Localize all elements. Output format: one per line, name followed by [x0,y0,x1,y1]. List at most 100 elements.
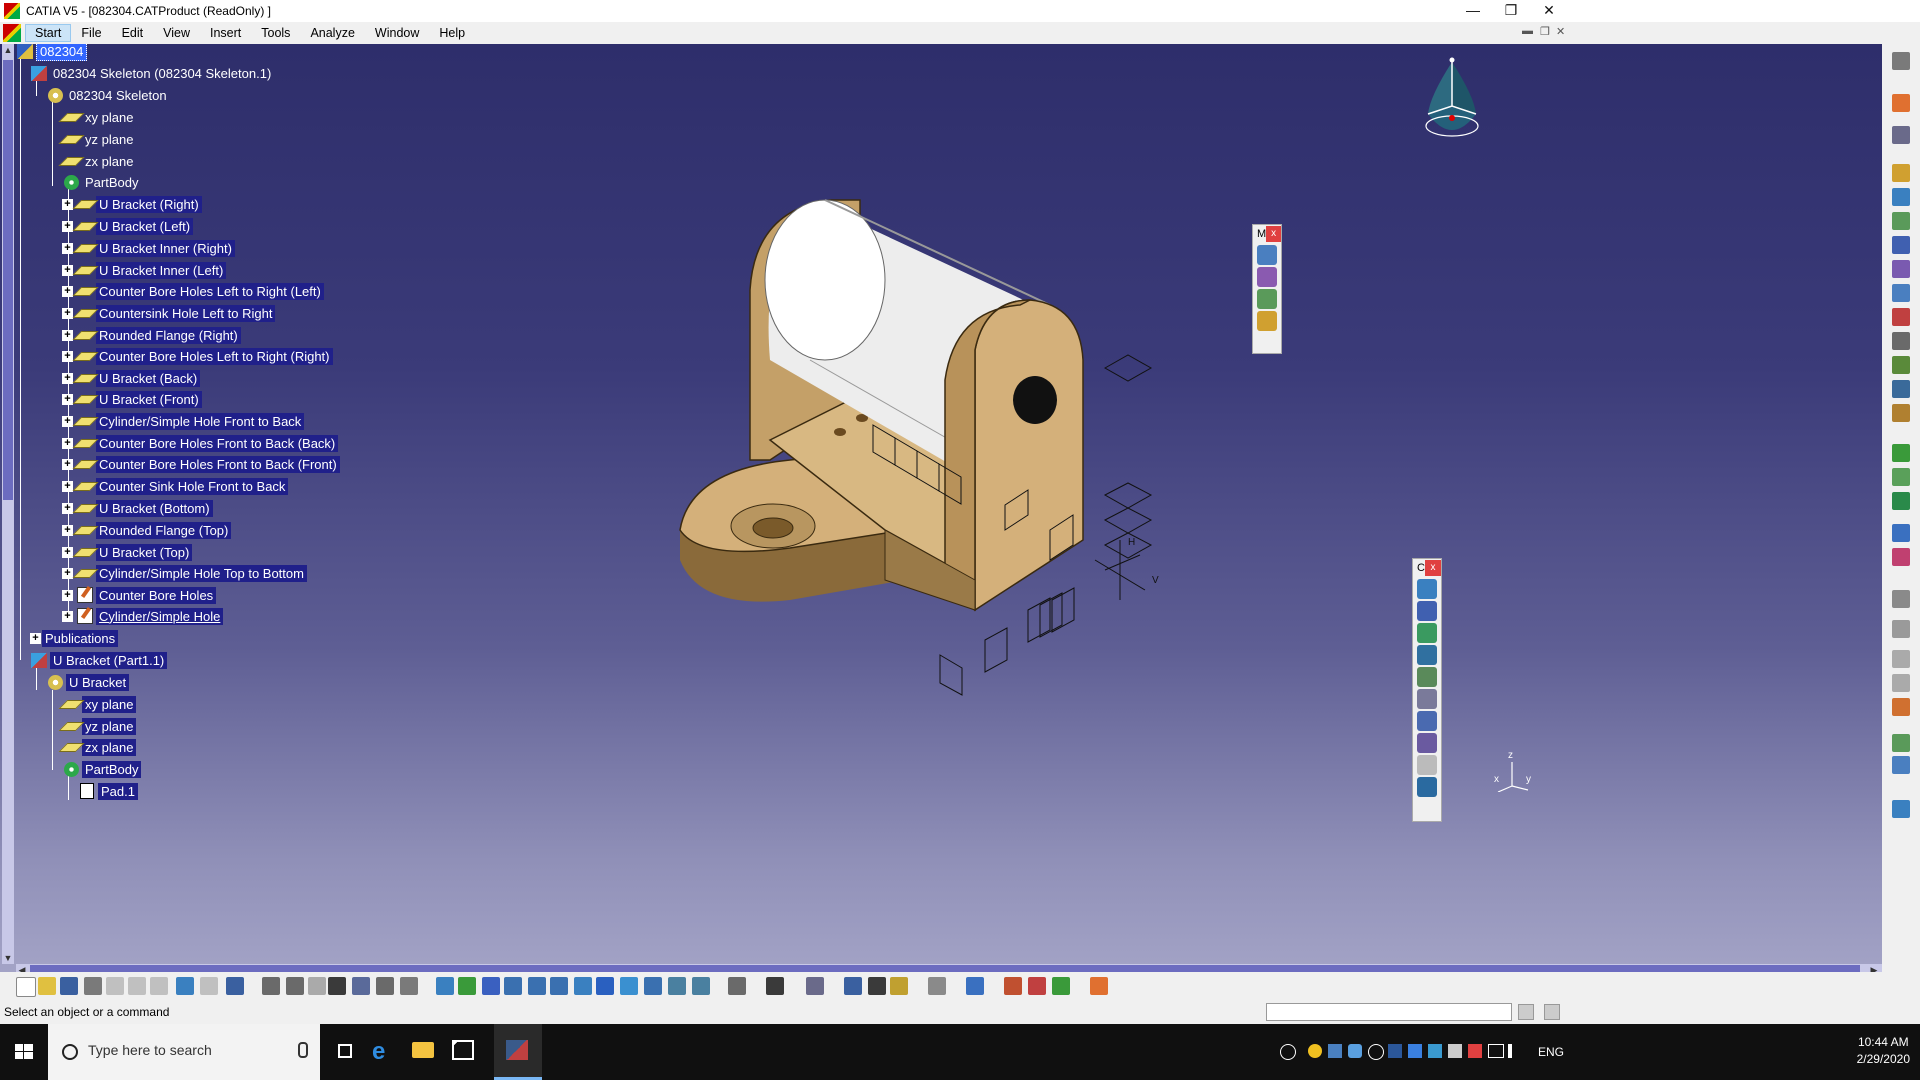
sectioning-icon[interactable] [890,977,908,995]
volume-icon[interactable] [1508,1044,1526,1058]
tree-node-yz-plane[interactable]: yz plane [58,715,137,737]
tree-feature[interactable]: + U Bracket (Left) [62,215,194,237]
clash-icon[interactable] [1257,311,1277,331]
expand-icon[interactable]: + [62,458,73,470]
tree-feature[interactable]: + Cylinder/Simple Hole Front to Back [62,410,305,432]
scroll-left-icon[interactable]: ◀ [16,964,28,972]
photos-app-icon[interactable] [440,1024,488,1080]
scenes-icon[interactable] [806,977,824,995]
power-input-icon[interactable] [1518,1004,1534,1020]
tree-feature[interactable]: + U Bracket Inner (Right) [62,237,235,259]
people-icon[interactable] [1280,1044,1296,1060]
tree-feature[interactable]: + Cylinder/Simple Hole Top to Bottom [62,562,307,584]
tree-feature[interactable]: + U Bracket (Right) [62,193,202,215]
tree-node-zx-plane[interactable]: zx plane [58,150,136,172]
pan-icon[interactable] [482,977,500,995]
edge-browser-icon[interactable]: e [358,1024,406,1080]
expand-icon[interactable]: + [62,546,73,558]
expand-icon[interactable]: + [62,372,73,384]
table-icon[interactable] [328,977,346,995]
catalog-icon[interactable] [1892,734,1910,752]
cut-icon[interactable] [106,977,124,995]
tree-node-xy-plane[interactable]: xy plane [58,106,136,128]
analysis-icon[interactable] [728,977,746,995]
tree-feature[interactable]: + Counter Bore Holes Left to Right (Left) [62,280,324,302]
menu-file[interactable]: File [71,24,111,42]
scroll-right-icon[interactable]: ▶ [1868,964,1880,972]
update-all-icon[interactable] [928,977,946,995]
tray-app-icon[interactable] [1448,1044,1462,1058]
selective-load-icon[interactable] [1892,332,1910,350]
paste-icon[interactable] [150,977,168,995]
expand-icon[interactable]: + [62,502,73,514]
redo-icon[interactable] [200,977,218,995]
new-component-icon[interactable] [1892,164,1910,182]
measure-inertia-icon[interactable] [1257,289,1277,309]
notification-icon[interactable] [1912,1040,1920,1064]
tray-app-icon[interactable] [1468,1044,1482,1058]
tree-feature[interactable]: + U Bracket (Back) [62,367,201,389]
graph-tree-reordering-icon[interactable] [1892,284,1910,302]
tree-node-pad[interactable]: Pad.1 [78,780,138,802]
scene-icon[interactable] [1892,698,1910,716]
expand-icon[interactable]: + [62,437,73,449]
horizontal-scrollbar[interactable]: ◀ ▶ [16,964,1882,972]
close-button[interactable]: ✕ [1526,0,1572,22]
doc-close-icon[interactable]: ✕ [1556,25,1565,38]
grid-icon[interactable] [1090,977,1108,995]
expand-icon[interactable]: + [62,198,73,210]
taskbar-search-box[interactable]: Type here to search [48,1024,320,1080]
offset-icon[interactable] [1417,623,1437,643]
word-icon[interactable] [1388,1044,1402,1058]
reuse-pattern-icon[interactable] [1417,777,1437,797]
existing-component-icon[interactable] [1892,236,1910,254]
tree-node-part-instance[interactable]: U Bracket (Part1.1) [30,649,168,671]
expand-icon[interactable]: + [62,307,73,319]
fly-mode-icon[interactable] [436,977,454,995]
capture-icon[interactable] [766,977,784,995]
swap-space-icon[interactable] [692,977,710,995]
formula-icon[interactable] [262,977,280,995]
menu-edit[interactable]: Edit [112,24,154,42]
tree-feature[interactable]: + U Bracket (Bottom) [62,497,213,519]
doc-minimize-icon[interactable]: ▬ [1522,25,1533,37]
contact-icon[interactable] [1417,601,1437,621]
tree-node-part[interactable]: U Bracket [46,671,130,693]
whats-this-icon[interactable] [226,977,244,995]
u-bracket-model[interactable]: V H [660,194,1220,754]
expand-icon[interactable]: + [62,524,73,536]
catalog-browser-icon[interactable] [966,977,984,995]
tree-feature[interactable]: + Rounded Flange (Top) [62,519,232,541]
tree-feature[interactable]: + U Bracket (Top) [62,541,193,563]
expand-icon[interactable]: + [62,393,73,405]
expand-icon[interactable]: + [62,264,73,276]
scroll-thumb[interactable] [30,965,1860,972]
generate-numbering-icon[interactable] [1892,308,1910,326]
expand-icon[interactable]: + [62,285,73,297]
clash-analysis-icon[interactable] [868,977,886,995]
expand-icon[interactable]: + [30,632,41,644]
command-input[interactable] [1266,1003,1512,1021]
print-icon[interactable] [84,977,102,995]
change-constraint-icon[interactable] [1417,755,1437,775]
open-icon[interactable] [38,977,56,995]
normal-view-icon[interactable] [574,977,592,995]
tree-node-skeleton-instance[interactable]: 082304 Skeleton (082304 Skeleton.1) [30,62,274,84]
fit-all-icon[interactable] [458,977,476,995]
document-icon[interactable] [3,24,21,42]
tree-vertical-scrollbar[interactable]: ▲ ▼ [2,44,14,964]
tree-node-zx-plane[interactable]: zx plane [58,736,137,758]
copy-icon[interactable] [128,977,146,995]
menu-tools[interactable]: Tools [251,24,300,42]
text-icon[interactable] [1892,620,1910,638]
stop-icon[interactable] [1544,1004,1560,1020]
manage-representations-icon[interactable] [1892,356,1910,374]
scroll-thumb[interactable] [3,60,13,500]
explode-icon[interactable] [1892,444,1910,462]
measure-item-icon[interactable] [1257,267,1277,287]
doc-restore-icon[interactable]: ❐ [1540,25,1550,38]
tree-root[interactable]: 082304 [16,44,88,62]
annotation-icon[interactable] [1892,590,1910,608]
constraint-icon[interactable] [1892,548,1910,566]
tray-app-icon[interactable] [1348,1044,1362,1058]
